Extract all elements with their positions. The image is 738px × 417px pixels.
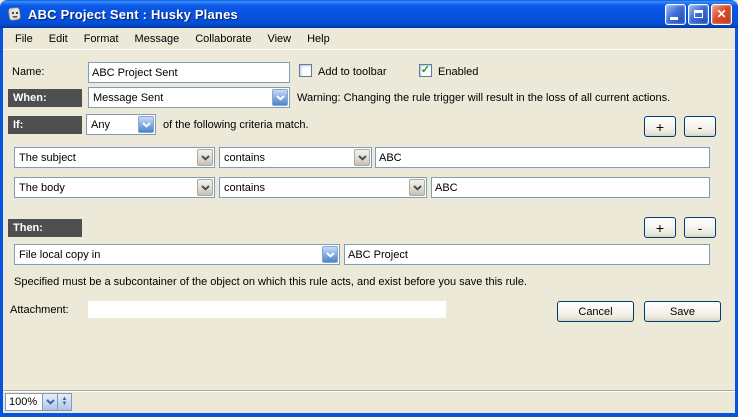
add-action-button[interactable]: +: [644, 217, 676, 238]
cancel-button[interactable]: Cancel: [557, 301, 634, 322]
if-suffix-text: of the following criteria match.: [163, 119, 309, 131]
chevron-down-icon[interactable]: [197, 149, 213, 166]
chevron-down-icon[interactable]: [354, 149, 370, 166]
add-to-toolbar-checkbox[interactable]: [299, 64, 312, 77]
then-section-label: Then:: [8, 219, 82, 237]
criteria-1-field-dropdown[interactable]: The subject: [14, 147, 215, 168]
when-warning-text: Warning: Changing the rule trigger will …: [297, 92, 670, 104]
spinner-down-icon[interactable]: ▼: [62, 402, 68, 407]
criteria-2-value-input[interactable]: [431, 177, 710, 198]
menu-message[interactable]: Message: [127, 30, 188, 48]
when-section-label: When:: [8, 89, 82, 107]
enabled-checkbox[interactable]: ✓: [419, 64, 432, 77]
maximize-icon: [694, 10, 703, 18]
name-input[interactable]: [88, 62, 290, 83]
when-trigger-dropdown[interactable]: Message Sent: [88, 87, 290, 108]
menu-view[interactable]: View: [259, 30, 299, 48]
remove-action-button[interactable]: -: [684, 217, 716, 238]
criteria-2-operator-dropdown[interactable]: contains: [219, 177, 427, 198]
maximize-button[interactable]: [688, 4, 709, 25]
criteria-1-value-input[interactable]: [375, 147, 710, 168]
zoom-spinner[interactable]: ▲ ▼: [57, 394, 71, 410]
zoom-value: 100%: [6, 394, 42, 410]
chevron-down-icon[interactable]: [42, 394, 57, 410]
window-border-bottom: [0, 413, 738, 417]
remove-criteria-button[interactable]: -: [684, 116, 716, 137]
add-criteria-button[interactable]: +: [644, 116, 676, 137]
enabled-label: Enabled: [438, 66, 478, 78]
minimize-icon: [670, 17, 678, 20]
menu-edit[interactable]: Edit: [41, 30, 76, 48]
chevron-down-icon[interactable]: [272, 89, 288, 106]
action-type-dropdown[interactable]: File local copy in: [14, 244, 340, 265]
close-button[interactable]: ✕: [711, 4, 732, 25]
statusbar-divider: [3, 390, 735, 392]
chevron-down-icon[interactable]: [322, 246, 338, 263]
window-border-left: [0, 28, 3, 417]
close-icon: ✕: [716, 8, 726, 20]
chevron-down-icon[interactable]: [138, 116, 154, 133]
chevron-down-icon[interactable]: [197, 179, 213, 196]
name-label: Name:: [12, 66, 44, 78]
criteria-1-operator-dropdown[interactable]: contains: [219, 147, 372, 168]
zoom-control[interactable]: 100% ▲ ▼: [5, 393, 72, 411]
menu-collaborate[interactable]: Collaborate: [187, 30, 259, 48]
menubar: File Edit Format Message Collaborate Vie…: [3, 28, 735, 50]
menu-file[interactable]: File: [7, 30, 41, 48]
chevron-down-icon[interactable]: [409, 179, 425, 196]
add-to-toolbar-label: Add to toolbar: [318, 66, 387, 78]
rule-editor-window: ABC Project Sent : Husky Planes ✕ File E…: [0, 0, 738, 417]
criteria-2-field-dropdown[interactable]: The body: [14, 177, 215, 198]
subcontainer-note: Specified must be a subcontainer of the …: [14, 276, 527, 288]
attachment-label: Attachment:: [10, 304, 69, 316]
menu-format[interactable]: Format: [76, 30, 127, 48]
titlebar: ABC Project Sent : Husky Planes ✕: [0, 0, 738, 28]
app-icon: [6, 6, 23, 23]
attachment-input[interactable]: [88, 301, 446, 318]
if-section-label: If:: [8, 116, 82, 134]
save-button[interactable]: Save: [644, 301, 721, 322]
window-title: ABC Project Sent : Husky Planes: [28, 7, 665, 22]
if-match-dropdown[interactable]: Any: [86, 114, 156, 135]
minimize-button[interactable]: [665, 4, 686, 25]
menu-help[interactable]: Help: [299, 30, 338, 48]
action-target-input[interactable]: [344, 244, 710, 265]
